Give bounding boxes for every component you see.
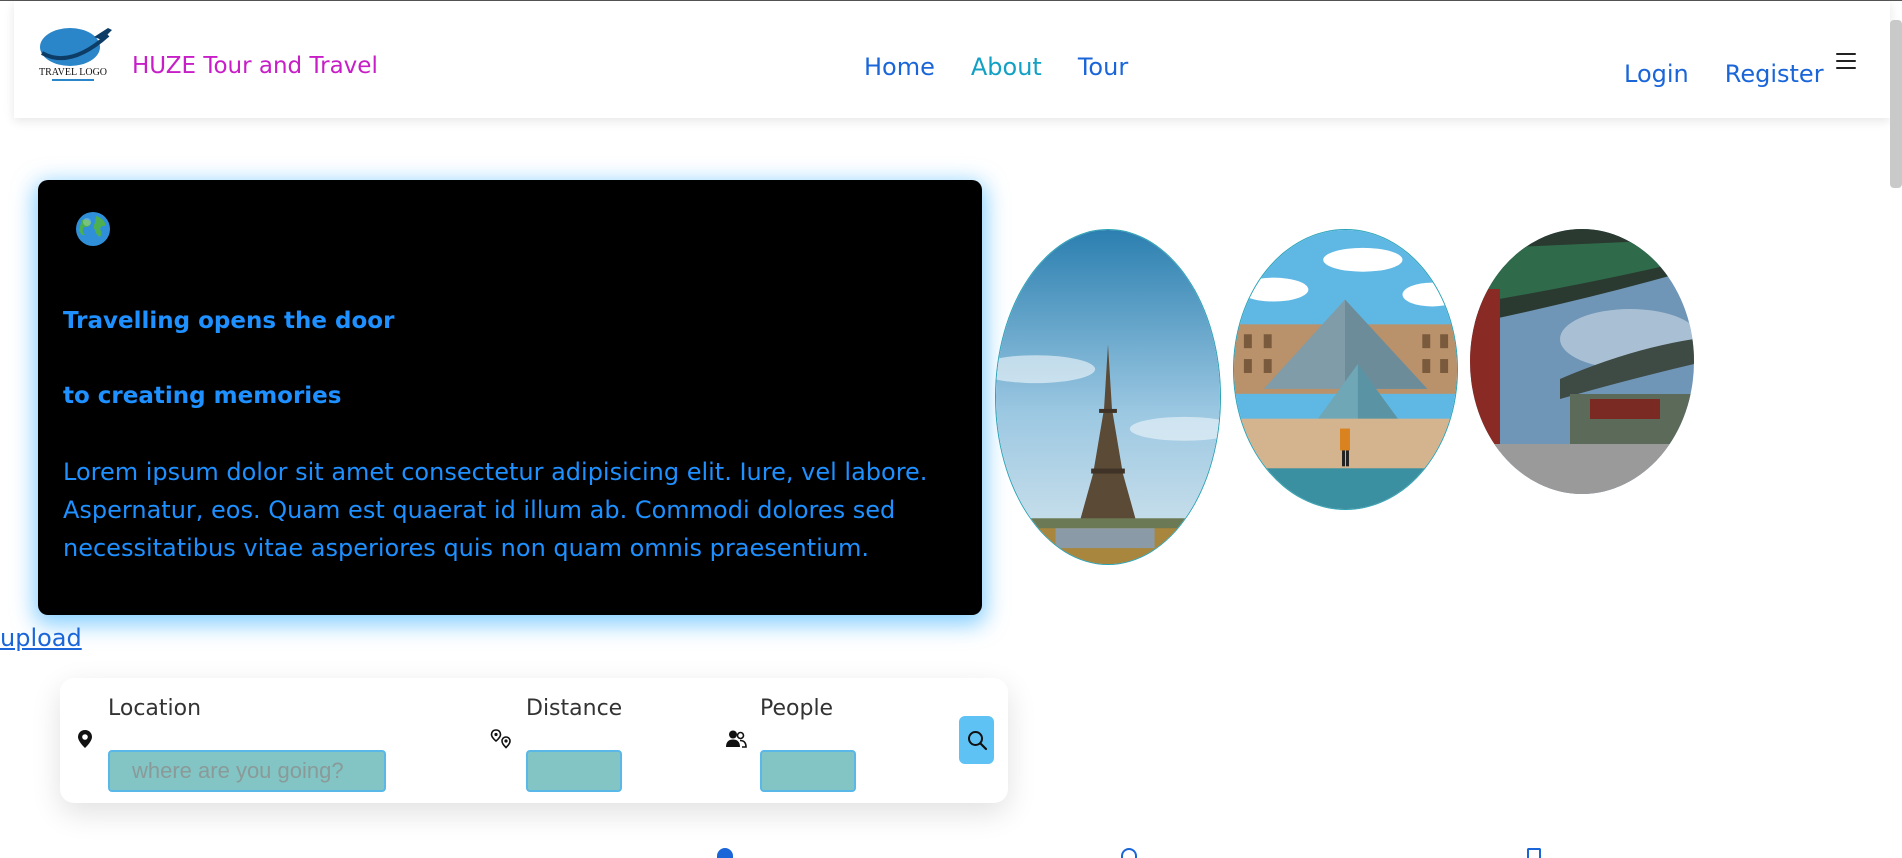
navbar: TRAVEL LOGO HUZE Tour and Travel Home Ab… bbox=[14, 1, 1890, 118]
people-label: People bbox=[760, 696, 834, 721]
globe-icon bbox=[74, 210, 112, 248]
distance-input[interactable] bbox=[526, 750, 622, 792]
hero-headline-line2: to creating memories bbox=[63, 383, 342, 409]
louvre-pyramid-image bbox=[1233, 229, 1458, 510]
register-link[interactable]: Register bbox=[1725, 60, 1824, 88]
brand-name[interactable]: HUZE Tour and Travel bbox=[132, 53, 378, 79]
route-pins-icon bbox=[490, 728, 512, 750]
page-scrollbar-thumb[interactable] bbox=[1890, 20, 1902, 188]
nav-tour-link[interactable]: Tour bbox=[1078, 53, 1128, 81]
distance-label: Distance bbox=[526, 696, 623, 721]
asian-palace-image bbox=[1470, 229, 1694, 494]
auth-links: Login Register bbox=[1624, 60, 1824, 88]
hamburger-icon[interactable] bbox=[1836, 53, 1856, 71]
hero-card: Travelling opens the door to creating me… bbox=[38, 180, 982, 615]
nav-about-link[interactable]: About bbox=[971, 53, 1042, 81]
map-pin-icon bbox=[74, 728, 96, 750]
hero-description: Lorem ipsum dolor sit amet consectetur a… bbox=[63, 458, 928, 562]
location-label: Location bbox=[108, 696, 202, 721]
login-link[interactable]: Login bbox=[1624, 60, 1689, 88]
search-button[interactable] bbox=[959, 716, 994, 764]
people-input[interactable] bbox=[760, 750, 856, 792]
main-nav: Home About Tour bbox=[864, 53, 1128, 81]
upload-link[interactable]: upload bbox=[0, 624, 82, 652]
eiffel-tower-image bbox=[995, 229, 1221, 565]
people-icon bbox=[725, 728, 747, 750]
location-input[interactable] bbox=[108, 750, 386, 792]
logo-text: TRAVEL LOGO bbox=[39, 67, 107, 78]
travel-logo[interactable]: TRAVEL LOGO bbox=[30, 23, 116, 85]
search-icon bbox=[967, 731, 987, 751]
nav-home-link[interactable]: Home bbox=[864, 53, 935, 81]
search-bar: Location Distance People bbox=[60, 678, 1008, 803]
hero-headline-line1: Travelling opens the door bbox=[63, 308, 395, 334]
